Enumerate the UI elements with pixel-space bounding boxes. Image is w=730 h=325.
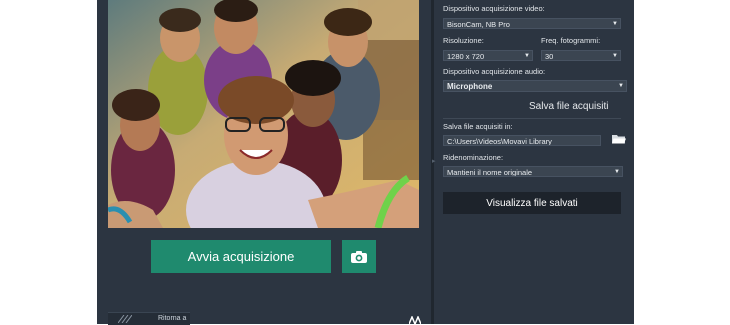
video-device-label: Dispositivo acquisizione video: — [443, 4, 545, 13]
snapshot-button[interactable] — [342, 240, 376, 273]
fps-label: Freq. fotogrammi: — [541, 36, 601, 45]
chevron-down-icon: ▼ — [612, 53, 618, 59]
audio-device-value: Microphone — [447, 82, 493, 91]
group-selfie-photo — [108, 0, 419, 228]
open-folder-icon[interactable] — [612, 134, 626, 144]
webcam-preview — [108, 0, 419, 228]
save-path-field[interactable]: C:\Users\Videos\Movavi Library — [443, 135, 601, 146]
video-device-value: BisonCam, NB Pro — [447, 20, 510, 29]
start-capture-label: Avvia acquisizione — [187, 249, 295, 264]
audio-device-label: Dispositivo acquisizione audio: — [443, 67, 546, 76]
start-capture-button[interactable]: Avvia acquisizione — [151, 240, 331, 273]
view-saved-files-label: Visualizza file salvati — [486, 197, 578, 209]
chevron-down-icon: ▼ — [524, 53, 530, 59]
save-in-label: Salva file acquisiti in: — [443, 122, 513, 131]
section-divider — [443, 118, 621, 119]
video-device-dropdown[interactable]: BisonCam, NB Pro ▼ — [443, 18, 621, 29]
capture-settings-panel: Dispositivo acquisizione video: BisonCam… — [434, 0, 634, 324]
return-button[interactable]: Ritorna a — [108, 312, 190, 325]
view-saved-files-button[interactable]: Visualizza file salvati — [443, 192, 621, 214]
chevron-down-icon: ▼ — [614, 169, 620, 175]
save-section-title: Salva file acquisiti — [529, 101, 609, 112]
stripes-icon — [118, 315, 132, 323]
fps-dropdown[interactable]: 30 ▼ — [541, 50, 621, 61]
capture-window: Avvia acquisizione Ritorna a ▸ Dispositi… — [97, 0, 634, 325]
return-label: Ritorna a — [158, 315, 187, 322]
chevron-down-icon: ▼ — [618, 83, 624, 89]
chevron-down-icon: ▼ — [612, 21, 618, 27]
movavi-logo-icon — [409, 316, 421, 324]
resolution-value: 1280 x 720 — [447, 52, 485, 61]
background-area — [634, 0, 730, 324]
rename-dropdown[interactable]: Mantieni il nome originale ▼ — [443, 166, 623, 177]
resolution-label: Risoluzione: — [443, 36, 484, 45]
resolution-dropdown[interactable]: 1280 x 720 ▼ — [443, 50, 533, 61]
fps-value: 30 — [545, 52, 554, 61]
camera-icon — [351, 250, 367, 263]
rename-value: Mantieni il nome originale — [447, 168, 533, 177]
save-path-value: C:\Users\Videos\Movavi Library — [447, 137, 552, 146]
audio-device-dropdown[interactable]: Microphone ▼ — [443, 80, 627, 92]
rename-label: Ridenominazione: — [443, 153, 504, 162]
